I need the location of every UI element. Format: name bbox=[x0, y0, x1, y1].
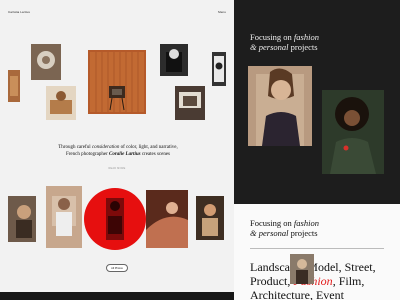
categories-list: Landscape, Model, Street, Product, Fashi… bbox=[250, 260, 398, 300]
heading-text: projects bbox=[288, 42, 318, 52]
photo-tile[interactable] bbox=[160, 44, 188, 76]
right-panel: Focusing on fashion & personal projects … bbox=[234, 0, 400, 300]
portrait-photo[interactable] bbox=[322, 90, 384, 174]
services-section: Focusing on fashion & personal projects … bbox=[234, 204, 400, 300]
photo-tile[interactable] bbox=[196, 196, 224, 240]
left-panel: Carlotta Lartius Menu Through careful co… bbox=[0, 0, 234, 300]
intro-text: Through careful bbox=[58, 145, 92, 150]
photo-tile[interactable] bbox=[175, 86, 205, 120]
menu-button[interactable]: Menu bbox=[218, 10, 226, 14]
photo-tile[interactable] bbox=[46, 86, 76, 120]
photo-tile[interactable] bbox=[8, 70, 20, 102]
heading-emphasis: personal bbox=[258, 42, 289, 52]
heading-emphasis: & bbox=[250, 42, 259, 52]
photographer-name: Coralie Lartius bbox=[109, 152, 141, 157]
heading-text: Focusing on bbox=[250, 32, 294, 42]
photo-tile[interactable] bbox=[146, 190, 188, 248]
photo-tile[interactable] bbox=[46, 186, 82, 248]
divider bbox=[250, 248, 384, 249]
footer-strip bbox=[0, 292, 234, 300]
heading-emphasis: fashion bbox=[293, 218, 319, 228]
heading-emphasis: fashion bbox=[293, 32, 319, 42]
heading-text: Focusing on bbox=[250, 218, 294, 228]
read-more-link[interactable]: READ MORE bbox=[0, 167, 234, 170]
all-photos-button[interactable]: All Photos bbox=[106, 264, 128, 272]
photo-tile[interactable] bbox=[8, 196, 36, 242]
site-brand[interactable]: Carlotta Lartius bbox=[8, 10, 30, 14]
portrait-photo[interactable] bbox=[248, 66, 312, 146]
intro-text: French photographer bbox=[65, 152, 110, 157]
section-heading: Focusing on fashion & personal projects bbox=[250, 218, 319, 238]
heading-text: projects bbox=[288, 228, 318, 238]
photo-tile[interactable] bbox=[88, 50, 146, 114]
intro-text: of color, light, and narrative, bbox=[119, 145, 178, 150]
hover-photo-thumbnail bbox=[290, 254, 314, 284]
heading-emphasis: & bbox=[250, 228, 259, 238]
top-navigation: Carlotta Lartius Menu bbox=[8, 8, 226, 16]
featured-photo-highlight[interactable] bbox=[84, 188, 146, 250]
intro-emphasis: consideration bbox=[91, 145, 120, 150]
intro-paragraph: Through careful consideration of color, … bbox=[40, 144, 196, 158]
section-heading: Focusing on fashion & personal projects bbox=[250, 32, 319, 52]
photo-tile[interactable] bbox=[31, 44, 61, 80]
photo-tile[interactable] bbox=[212, 52, 226, 86]
heading-emphasis: personal bbox=[258, 228, 289, 238]
intro-text: creates scenes bbox=[140, 152, 171, 157]
